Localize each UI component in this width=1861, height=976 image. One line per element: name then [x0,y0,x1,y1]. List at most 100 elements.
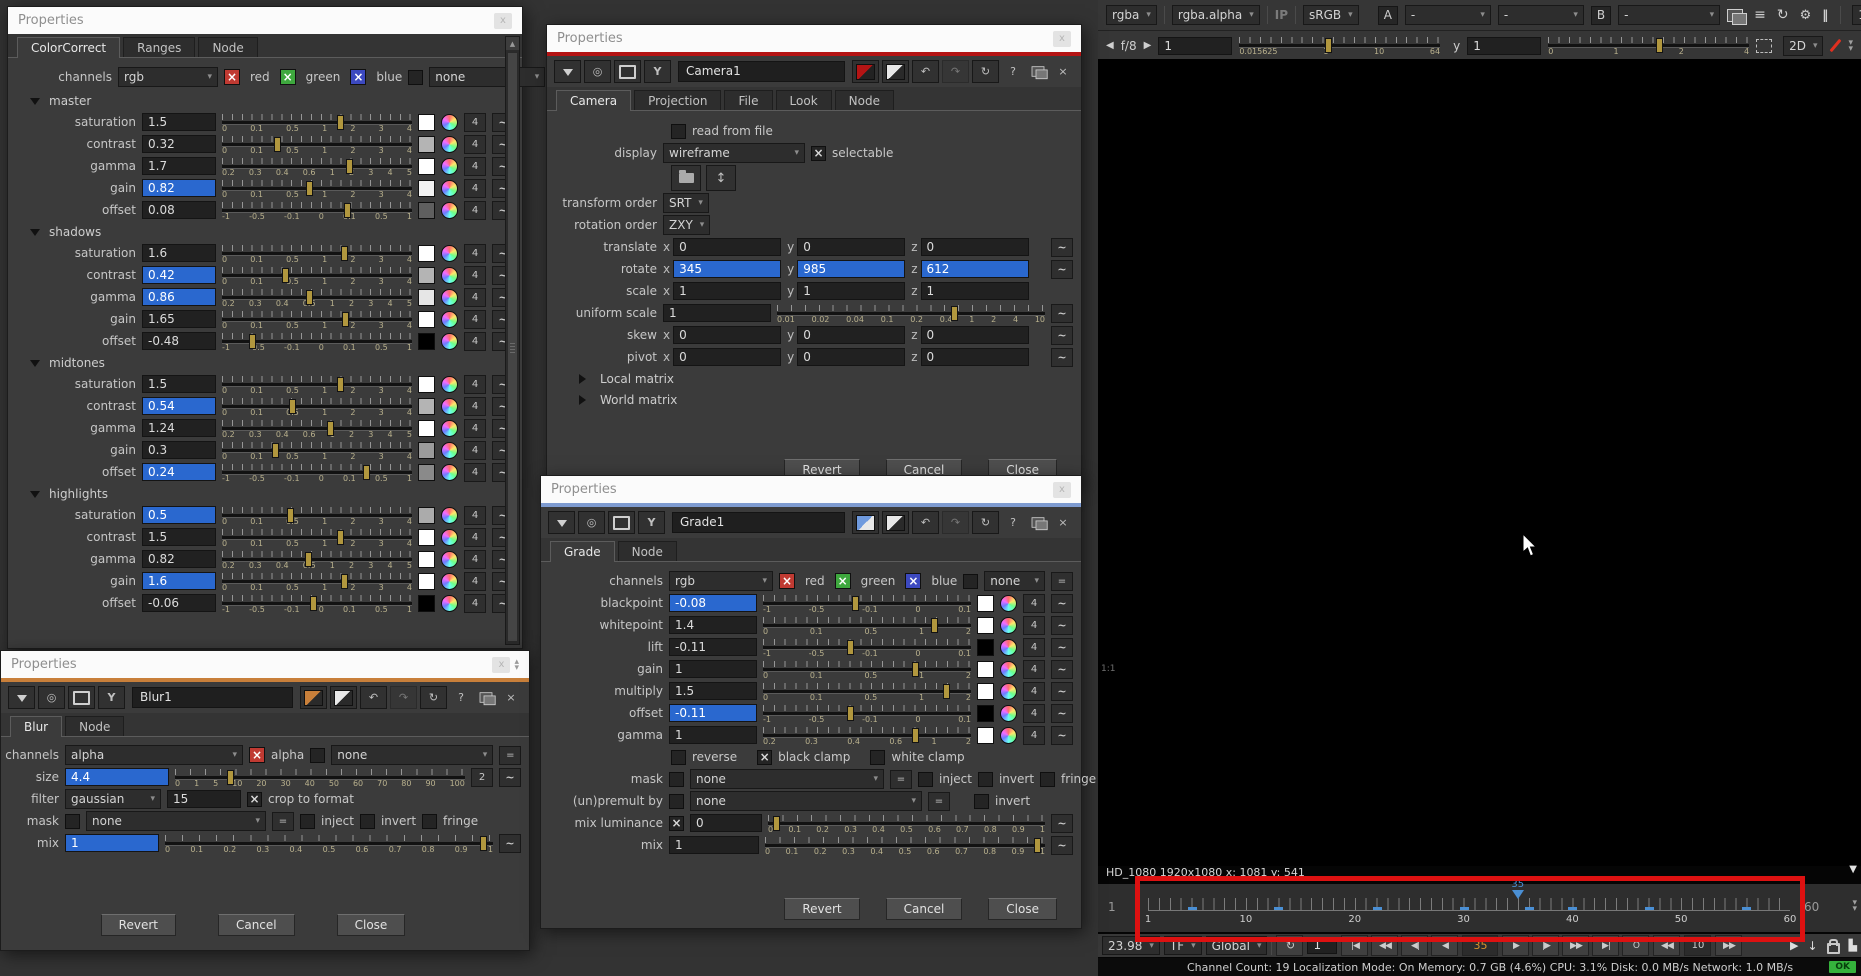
channels-dropdown[interactable]: alpha▾ [65,745,243,765]
stack-mode-icon[interactable]: ≡ [1754,7,1766,23]
tab-camera[interactable]: Camera [556,90,631,111]
color-wheel-icon[interactable] [441,180,458,197]
channel-count-button[interactable]: 4 [1023,704,1045,723]
mask-channel-dropdown[interactable]: none▾ [331,745,493,765]
channel-count-button[interactable]: 4 [464,528,486,547]
mask-dropdown[interactable]: none▾ [690,769,884,789]
color-swatch[interactable] [977,617,994,634]
curve-editor-icon[interactable]: ~ [1051,726,1073,745]
param-value-field[interactable]: 1.24 [142,419,216,437]
mix-luminance-checkbox[interactable]: × [669,816,684,831]
slider-handle[interactable] [337,115,344,130]
float-panel-icon[interactable] [1027,511,1049,534]
gear-icon[interactable]: ⚙ [1800,8,1812,23]
tab-node[interactable]: Node [835,90,894,110]
tab-ranges[interactable]: Ranges [123,37,195,57]
slider-handle[interactable] [480,836,487,851]
center-node-icon[interactable]: ◎ [584,60,611,83]
mask-channel-dropdown[interactable]: none▾ [984,571,1045,591]
curve-editor-icon[interactable]: ~ [1051,616,1073,635]
slider-handle[interactable] [346,159,353,174]
panel-color-icon[interactable] [882,60,909,83]
monitor-icon[interactable] [608,511,635,534]
equals-button[interactable]: = [272,812,294,831]
channel-count-button[interactable]: 4 [464,157,486,176]
param-slider[interactable]: 00.10.512 [763,615,971,636]
close-button[interactable]: Close [337,914,406,936]
translate-z-field[interactable]: 0 [921,238,1029,256]
collapse-triangle-icon[interactable] [8,686,35,709]
param-slider[interactable]: 00.10.512 [763,659,971,680]
slider-handle[interactable] [773,816,780,831]
param-value-field[interactable]: 0.5 [142,506,216,524]
viewer-gamma-field[interactable]: 1 [1467,37,1541,55]
color-swatch[interactable] [418,398,435,415]
channel-count-button[interactable]: 4 [1023,726,1045,745]
param-value-field[interactable]: -0.48 [142,332,216,350]
color-swatch[interactable] [977,639,994,656]
tab-colorcorrect[interactable]: ColorCorrect [17,37,120,58]
curve-editor-icon[interactable]: ~ [499,768,521,787]
slider-handle[interactable] [289,399,296,414]
color-wheel-icon[interactable] [1000,595,1017,612]
curve-editor-icon[interactable]: ~ [1051,238,1073,257]
equals-button[interactable]: = [890,770,912,789]
color-wheel-icon[interactable] [441,376,458,393]
group-header-master[interactable]: master [8,90,522,111]
premult-invert-checkbox[interactable] [974,794,989,809]
green-channel-checkbox[interactable]: × [835,573,851,589]
close-node-icon[interactable]: × [1052,511,1074,534]
close-icon[interactable]: x [1053,31,1071,47]
input-b-dropdown[interactable]: -▾ [1618,5,1720,25]
node-color-icon[interactable] [852,60,879,83]
slider-handle[interactable] [852,596,859,611]
param-value-field[interactable]: 0.32 [142,135,216,153]
help-icon[interactable]: ? [1002,60,1024,83]
color-swatch[interactable] [418,442,435,459]
viewer-mode-dropdown[interactable]: 2D▾ [1783,36,1823,56]
param-slider[interactable]: 00.10.20.30.40.50.60.70.80.91 [768,813,1045,834]
close-icon[interactable]: x [492,657,510,673]
collapse-triangle-icon[interactable] [548,511,575,534]
channel-count-button[interactable]: 4 [1023,638,1045,657]
param-slider[interactable]: 00.10.51234 [222,265,412,286]
wrench-icon[interactable]: Y [638,511,665,534]
panel-color-icon[interactable] [330,686,357,709]
color-wheel-icon[interactable] [441,595,458,612]
mix-field[interactable]: 1 [65,834,159,852]
scroll-up-icon[interactable]: ▲ [506,37,519,50]
channel-count-button[interactable]: 4 [464,310,486,329]
slider-handle[interactable] [912,662,919,677]
param-slider[interactable]: 015102030405060708090100 [175,767,465,788]
color-swatch[interactable] [418,136,435,153]
green-channel-checkbox[interactable]: × [280,69,296,85]
color-wheel-icon[interactable] [1000,683,1017,700]
color-swatch[interactable] [418,464,435,481]
redo-icon[interactable]: ↷ [390,686,417,709]
blue-channel-checkbox[interactable]: × [350,69,366,85]
param-slider[interactable]: 0.01562511064 [1239,35,1440,56]
param-slider[interactable]: 0.20.30.40.612345 [222,287,412,308]
mask-enable-checkbox[interactable] [408,70,423,85]
move-axis-icon[interactable]: ↕ [706,165,736,191]
channels-dropdown[interactable]: rgb▾ [669,571,773,591]
color-swatch[interactable] [418,180,435,197]
param-value-field[interactable]: 0.24 [142,463,216,481]
curve-editor-icon[interactable]: ~ [1051,260,1073,279]
read-from-file-checkbox[interactable] [671,124,686,139]
curve-editor-icon[interactable]: ~ [1051,704,1073,723]
slider-handle[interactable] [341,574,348,589]
color-swatch[interactable] [418,333,435,350]
annotate-pen-icon[interactable] [1830,39,1842,52]
translate-x-field[interactable]: 0 [673,238,781,256]
group-header-shadows[interactable]: shadows [8,221,522,242]
collapse-triangle-icon[interactable] [554,60,581,83]
param-slider[interactable]: -1-0.5-0.100.10.51 [222,462,412,483]
channel-count-button[interactable]: 4 [464,266,486,285]
viewer-gain-field[interactable]: 1 [1158,37,1232,55]
close-icon[interactable]: x [494,13,512,29]
slider-handle[interactable] [943,684,950,699]
color-wheel-icon[interactable] [441,311,458,328]
param-slider[interactable]: 0124 [1548,35,1749,56]
slider-handle[interactable] [287,508,294,523]
